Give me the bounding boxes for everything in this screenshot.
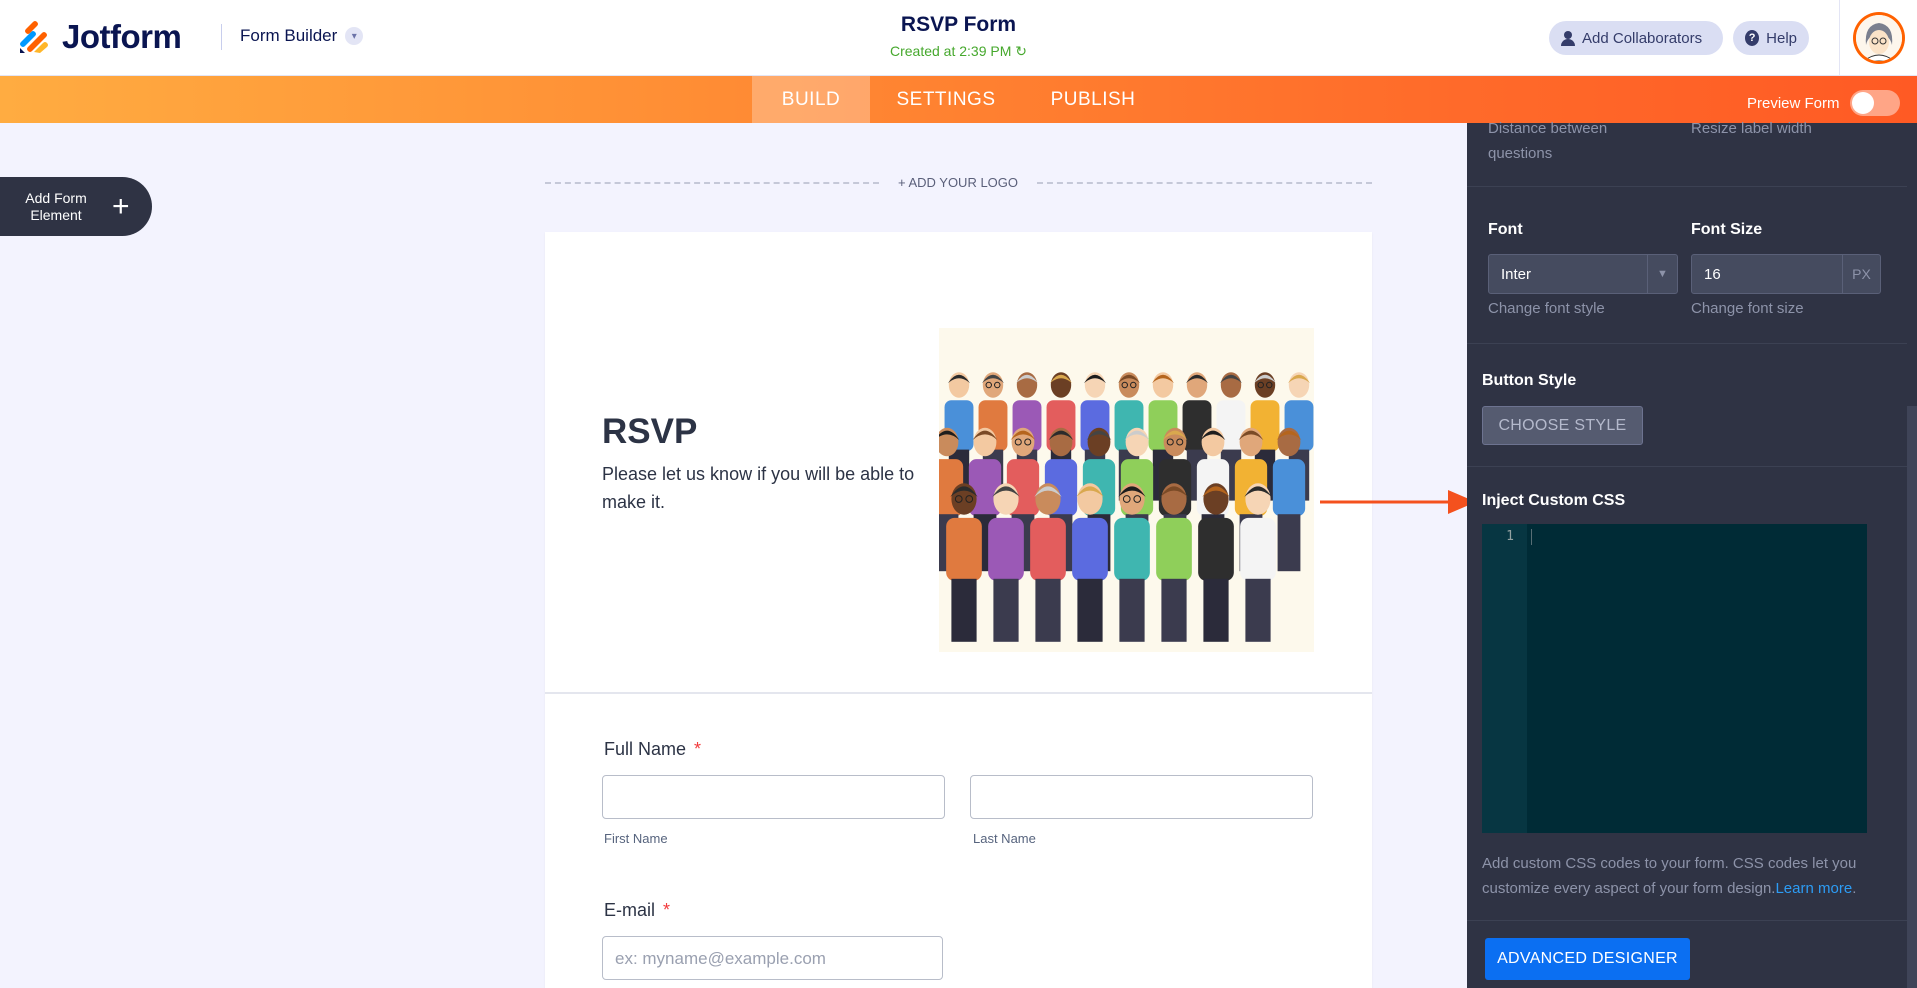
font-size-hint: Change font size [1691, 300, 1804, 317]
custom-css-editor[interactable]: 1 [1482, 524, 1867, 833]
last-name-input[interactable] [970, 775, 1313, 819]
email-placeholder: ex: myname@example.com [615, 949, 826, 968]
add-logo-label[interactable]: + ADD YOUR LOGO [879, 175, 1037, 190]
label-width-hint: Resize label width [1691, 120, 1812, 137]
font-size-value: 16 [1704, 266, 1721, 283]
advanced-designer-button[interactable]: ADVANCED DESIGNER [1485, 938, 1690, 980]
editor-cursor [1531, 529, 1532, 545]
choose-style-button[interactable]: CHOOSE STYLE [1482, 406, 1643, 445]
help-button[interactable]: ? Help [1733, 21, 1809, 55]
add-logo-area[interactable]: + ADD YOUR LOGO [545, 172, 1372, 192]
help-label: Help [1766, 29, 1797, 47]
account-menu[interactable] [1839, 0, 1917, 76]
font-select[interactable]: Inter ▼ [1488, 254, 1678, 294]
preview-form-toggle[interactable] [1849, 90, 1900, 116]
form-card: RSVP Please let us know if you will be a… [545, 232, 1372, 988]
form-subheading[interactable]: Please let us know if you will be able t… [602, 460, 922, 516]
dashed-line-right [1037, 182, 1372, 184]
tab-publish[interactable]: PUBLISH [1022, 76, 1164, 123]
panel-divider [1467, 186, 1907, 187]
caret-down-icon: ▼ [1647, 255, 1677, 293]
email-text: E-mail [604, 900, 656, 920]
plus-icon: + [112, 189, 130, 223]
preview-form-label: Preview Form [1747, 94, 1840, 112]
panel-divider [1467, 466, 1907, 467]
required-mark: * [694, 739, 702, 759]
avatar-image [1855, 15, 1902, 61]
created-text: Created at 2:39 PM [889, 43, 1012, 59]
button-style-title: Button Style [1482, 372, 1577, 389]
full-name-text: Full Name [604, 739, 687, 759]
panel-divider [1467, 920, 1907, 921]
first-name-input[interactable] [602, 775, 945, 819]
add-form-element-label: Add Form Element [25, 189, 87, 223]
line-number: 1 [1506, 529, 1514, 544]
panel-scrollbar[interactable] [1907, 406, 1917, 988]
font-size-input[interactable]: 16 PX [1691, 254, 1881, 294]
top-header: Jotform Form Builder ▾ RSVP Form Created… [0, 0, 1917, 76]
last-name-sublabel: Last Name [973, 831, 1036, 846]
form-heading[interactable]: RSVP [602, 412, 697, 452]
user-icon [1561, 31, 1575, 46]
custom-css-help: Add custom CSS codes to your form. CSS c… [1482, 851, 1887, 901]
refresh-icon: ↻ [1015, 43, 1028, 59]
add-collaborators-label: Add Collaborators [1582, 29, 1703, 47]
learn-more-link[interactable]: Learn more [1775, 880, 1852, 897]
add-collaborators-button[interactable]: Add Collaborators [1549, 21, 1723, 55]
help-icon: ? [1745, 30, 1760, 46]
question-spacing-hint: Distance between questions [1488, 120, 1608, 162]
font-size-title: Font Size [1691, 221, 1763, 238]
font-hint: Change font style [1488, 300, 1605, 317]
crowd-illustration [939, 328, 1314, 652]
custom-css-title: Inject Custom CSS [1482, 492, 1626, 509]
dashed-line-left [545, 182, 879, 184]
tab-build[interactable]: BUILD [752, 76, 870, 123]
full-name-label: Full Name * [604, 739, 701, 760]
email-label: E-mail * [604, 900, 670, 921]
preview-form-control: Preview Form [1747, 90, 1900, 116]
crowd-image[interactable] [939, 328, 1314, 652]
font-select-value: Inter [1501, 266, 1532, 283]
tab-settings[interactable]: SETTINGS [870, 76, 1022, 123]
email-field[interactable]: ex: myname@example.com [602, 936, 943, 980]
learn-more-suffix: . [1852, 880, 1857, 897]
avatar-illustration [1855, 15, 1902, 61]
add-form-element-button[interactable]: Add Form Element + [0, 177, 152, 236]
avatar[interactable] [1852, 12, 1905, 64]
font-size-unit: PX [1842, 255, 1880, 293]
font-title: Font [1488, 221, 1523, 238]
annotation-arrow-icon [1320, 490, 1476, 514]
form-designer-panel: Distance between questions Resize label … [1467, 120, 1917, 988]
editor-gutter: 1 [1482, 524, 1527, 833]
required-mark: * [663, 900, 671, 920]
header-divider-line [545, 692, 1372, 694]
panel-divider [1467, 343, 1907, 344]
first-name-sublabel: First Name [604, 831, 668, 846]
